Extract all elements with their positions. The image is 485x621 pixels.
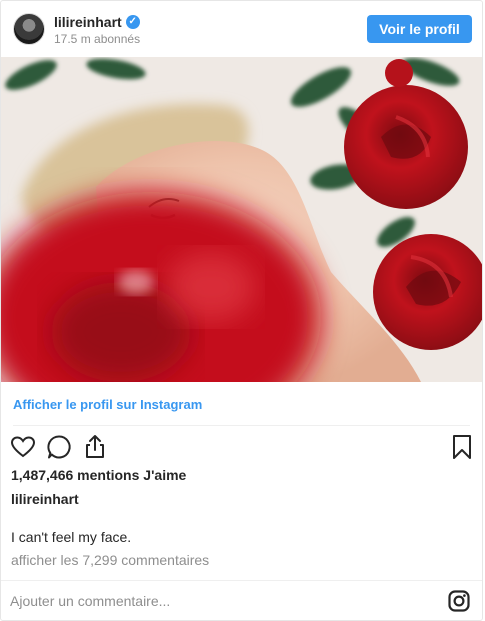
comment-icon[interactable] [45, 433, 73, 461]
bookmark-icon[interactable] [448, 433, 476, 461]
instagram-embed-card: lilireinhart ✓ 17.5 m abonnés Voir le pr… [0, 0, 483, 621]
post-header: lilireinhart ✓ 17.5 m abonnés Voir le pr… [1, 1, 482, 57]
view-comments-link[interactable]: afficher les 7,299 commentaires [11, 552, 209, 568]
like-count[interactable]: 1,487,466 mentions J'aime [11, 467, 186, 483]
caption-username[interactable]: lilireinhart [11, 491, 79, 507]
view-on-instagram-link[interactable]: Afficher le profil sur Instagram [13, 397, 202, 412]
post-photo[interactable] [1, 57, 482, 382]
post-caption: I can't feel my face. [11, 529, 132, 545]
comment-input[interactable] [10, 590, 390, 612]
avatar[interactable] [13, 13, 45, 45]
username[interactable]: lilireinhart [54, 14, 122, 30]
share-icon[interactable] [81, 433, 109, 461]
view-profile-button[interactable]: Voir le profil [367, 15, 472, 43]
follower-count: 17.5 m abonnés [54, 32, 141, 46]
verified-badge-icon: ✓ [125, 15, 140, 29]
post-photo-image [1, 57, 482, 382]
username-row: lilireinhart ✓ [54, 14, 140, 30]
divider [1, 580, 482, 581]
instagram-logo-icon[interactable] [448, 590, 470, 612]
action-bar [1, 433, 482, 461]
heart-icon[interactable] [9, 433, 37, 461]
divider [13, 425, 470, 426]
